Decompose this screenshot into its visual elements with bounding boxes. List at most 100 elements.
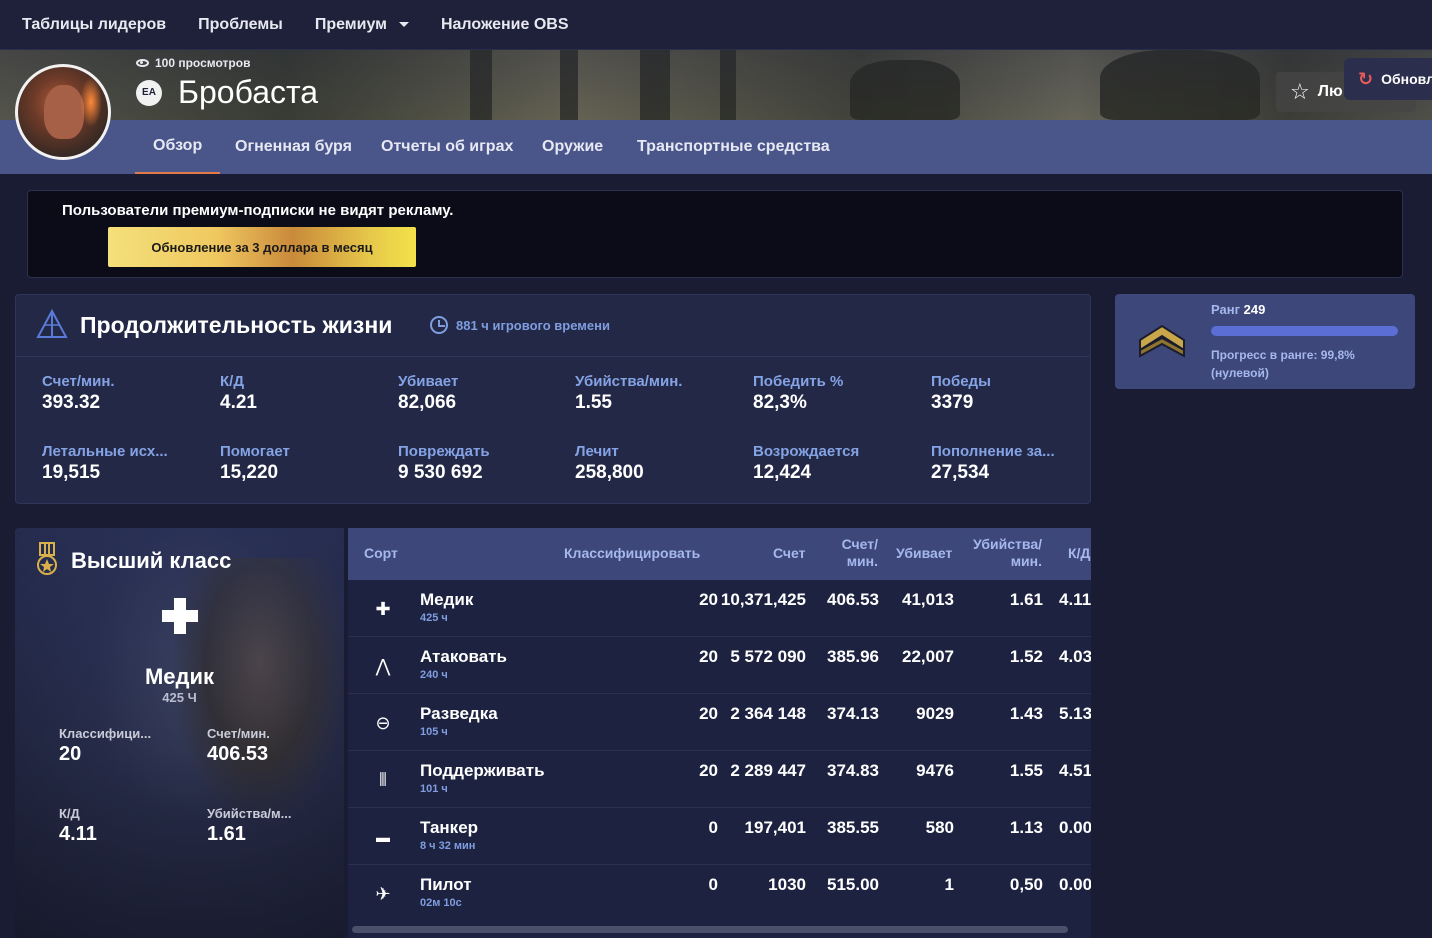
stat-label: Повреждать: [398, 443, 490, 460]
rank-progress-bar: [1211, 326, 1398, 336]
cell-score-per-min: 385.55: [827, 818, 879, 837]
stat-value: 27,534: [931, 462, 990, 483]
tab-match-reports[interactable]: Отчеты об играх: [363, 120, 531, 174]
stat-label: Возрождается: [753, 443, 860, 460]
premium-notice: Пользователи премиум-подписки не видят р…: [27, 190, 1403, 278]
cell-rank: 20: [699, 590, 718, 609]
stat-heals: Лечит 258,800: [575, 443, 745, 484]
header-kills-per-min-2: мин.: [1010, 553, 1042, 569]
table-row[interactable]: ⊖ Разведка 105 ч 20 2 364 148 374.13 902…: [348, 694, 1091, 751]
player-header: EA Бробаста: [136, 74, 318, 111]
stat-kills: Убивает 82,066: [398, 373, 568, 414]
profile-tabs: Обзор Огненная буря Отчеты об играх Оруж…: [0, 120, 1432, 174]
nav-challenges[interactable]: Проблемы: [198, 16, 283, 34]
cell-score-per-min: 515.00: [827, 875, 879, 894]
class-name: Поддерживать: [420, 761, 545, 780]
table-row[interactable]: ✚ Медик 425 ч 20 10,371,425 406.53 41,01…: [348, 580, 1091, 637]
refresh-icon: ↻: [1358, 68, 1374, 89]
nav-obs-overlay[interactable]: Наложение OBS: [441, 16, 569, 34]
nav-premium[interactable]: Премиум: [315, 16, 409, 34]
player-avatar: [15, 64, 111, 160]
playtime-text: 881 ч игрового времени: [456, 317, 610, 333]
stat-label: Помогает: [220, 443, 290, 460]
tab-firestorm[interactable]: Огненная буря: [217, 120, 370, 174]
header-kills-per-min[interactable]: Убийства/мин.: [962, 536, 1042, 570]
stat-value: 15,220: [220, 462, 279, 483]
upgrade-button[interactable]: Обновление за 3 доллара в месяц: [108, 227, 416, 267]
stat-value: 4.11: [59, 823, 97, 845]
stat-kills-per-min: Убийства/мин. 1.55: [575, 373, 745, 414]
tab-weapons[interactable]: Оружие: [524, 120, 621, 174]
tab-overview[interactable]: Обзор: [135, 120, 221, 174]
header-score[interactable]: Счет: [773, 545, 806, 562]
stat-label: Счет/мин.: [42, 373, 115, 390]
header-kd[interactable]: К/Д: [1068, 545, 1090, 562]
cell-kd: 4.51: [1059, 761, 1091, 780]
update-profile-button[interactable]: ↻ Обновл: [1344, 58, 1432, 100]
class-time: 02м 10с: [420, 897, 462, 909]
stat-value: 258,800: [575, 462, 644, 483]
cell-rank: 0: [708, 818, 718, 837]
medic-icon: [162, 598, 198, 634]
class-time: 425 ч: [420, 612, 448, 624]
header-score-per-min[interactable]: Счет/мин.: [830, 536, 878, 570]
top-class-name: Медик: [144, 664, 215, 689]
cell-kills: 9029: [916, 704, 954, 723]
cell-kd: 0.00: [1059, 818, 1091, 837]
cell-kd: 5.13: [1059, 704, 1091, 723]
stat-value: 1.61: [207, 823, 246, 845]
stat-value: 4.21: [220, 392, 257, 413]
horizontal-scrollbar[interactable]: [352, 926, 1068, 933]
stat-label: Классифици...: [59, 726, 152, 741]
table-row[interactable]: ⦀ Поддерживать 101 ч 20 2 289 447 374.83…: [348, 751, 1091, 808]
stat-value: 82,3%: [753, 392, 807, 413]
cell-rank: 20: [699, 761, 718, 780]
cell-score-per-min: 406.53: [827, 590, 879, 609]
cell-score: 2 364 148: [730, 704, 806, 723]
class-name: Медик: [420, 590, 474, 609]
cell-rank: 20: [699, 704, 718, 723]
stat-value: 20: [59, 743, 82, 765]
stat-label: К/Д: [220, 373, 245, 390]
rank-label-text: Ранг: [1211, 302, 1240, 317]
cell-kd: 0.00: [1059, 875, 1091, 894]
star-icon: ☆: [1290, 79, 1310, 104]
support-icon: ⦀: [379, 770, 387, 790]
stat-kd: К/Д 4.21: [220, 373, 390, 414]
stat-deaths: Летальные исх... 19,515: [42, 443, 212, 484]
class-name: Разведка: [420, 704, 498, 723]
tab-vehicles[interactable]: Транспортные средства: [619, 120, 848, 174]
class-name: Атаковать: [420, 647, 507, 666]
stat-value: 9 530 692: [398, 462, 483, 483]
table-row[interactable]: ⋀ Атаковать 240 ч 20 5 572 090 385.96 22…: [348, 637, 1091, 694]
stat-score-per-min: Счет/мин. 393.32: [42, 373, 212, 414]
top-class-title: Высший класс: [71, 548, 232, 573]
player-name: Бробаста: [178, 74, 319, 110]
rank-card: Ранг 249 Прогресс в ранге: 99,8% (нулево…: [1115, 294, 1415, 389]
table-row[interactable]: ✈ Пилот 02м 10с 0 1030 515.00 1 0,50 0.0…: [348, 865, 1091, 922]
class-time: 240 ч: [420, 669, 448, 681]
stat-label: Лечит: [575, 443, 619, 460]
cell-kills: 580: [925, 818, 954, 837]
update-label: Обновл: [1381, 71, 1432, 87]
class-name: Танкер: [420, 818, 479, 837]
table-header: Сорт Классифицировать Счет Счет/мин. Уби…: [348, 528, 1091, 580]
cell-kd: 4.03: [1059, 647, 1091, 666]
stat-value: 12,424: [753, 462, 812, 483]
cell-kills-per-min: 1.13: [1009, 818, 1043, 837]
header-rank[interactable]: Классифицировать: [564, 545, 700, 562]
pyramid-icon: [36, 309, 68, 338]
header-kills-per-min-1: Убийства/: [973, 536, 1042, 552]
table-row[interactable]: ▬ Танкер 8 ч 32 мин 0 197,401 385.55 580…: [348, 808, 1091, 865]
nav-leaderboards[interactable]: Таблицы лидеров: [22, 16, 166, 34]
stat-value: 406.53: [207, 743, 269, 765]
stat-label: Убийства/мин.: [575, 373, 683, 390]
top-nav: Таблицы лидеров Проблемы Премиум Наложен…: [0, 0, 1432, 50]
top-class-card: Высший класс Медик 425 Ч Классифици... 20…: [15, 528, 344, 938]
cell-kills: 1: [944, 875, 954, 894]
header-kills[interactable]: Убивает: [896, 545, 952, 562]
header-sort[interactable]: Сорт: [364, 545, 398, 562]
stat-label: Убивает: [398, 373, 459, 390]
cell-kills-per-min: 1.43: [1009, 704, 1043, 723]
plane-icon: ✈: [375, 884, 391, 904]
